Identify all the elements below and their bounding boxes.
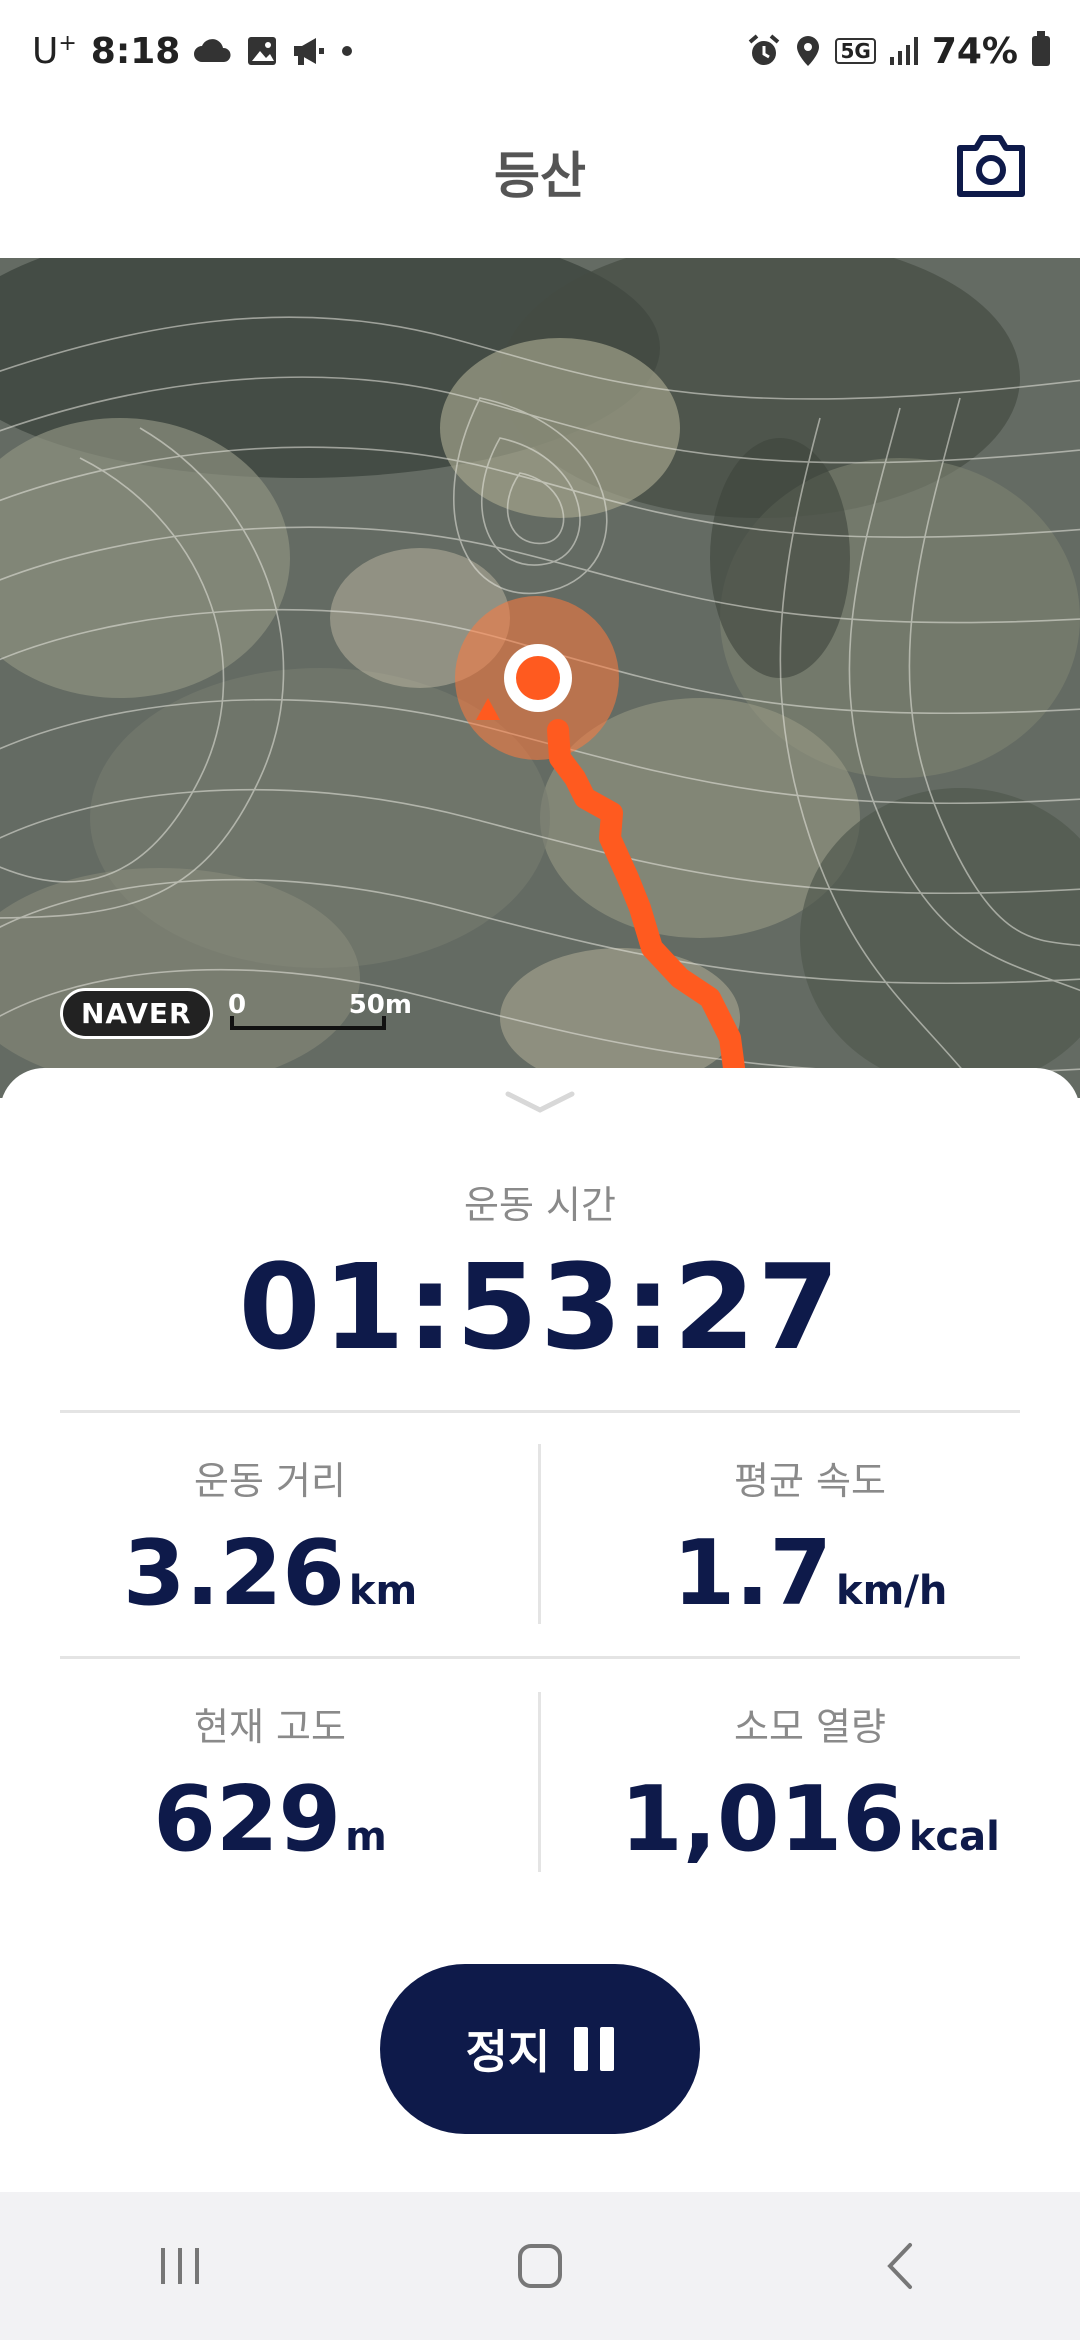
image-icon — [248, 37, 277, 65]
home-button[interactable] — [480, 2216, 600, 2316]
calories-unit: kcal — [908, 1814, 1000, 1860]
cloud-icon — [194, 39, 231, 62]
time-label: 운동 시간 — [464, 1183, 616, 1227]
megaphone-icon — [294, 38, 325, 65]
altitude-value: 629 — [153, 1767, 342, 1872]
altitude-label: 현재 고도 — [194, 1705, 346, 1749]
satellite-map — [0, 258, 1080, 1098]
pause-icon — [574, 2027, 615, 2071]
divider — [60, 1410, 1020, 1413]
home-icon — [518, 2244, 562, 2288]
distance-unit: km — [348, 1568, 418, 1614]
stop-button[interactable]: 정지 — [380, 1964, 700, 2134]
calories-value: 1,016 — [620, 1767, 905, 1872]
status-bar: U+ 8:18 5G 74% — [0, 0, 1080, 100]
calories-stat: 소모 열량 1,016 kcal — [540, 1696, 1080, 1872]
calories-label: 소모 열량 — [734, 1705, 886, 1749]
clock: 8:18 — [90, 30, 181, 72]
5g-icon: 5G — [835, 38, 876, 64]
carrier: U+ — [32, 30, 77, 72]
divider — [60, 1656, 1020, 1659]
naver-logo: NAVER — [60, 988, 213, 1039]
chevron-down-icon[interactable] — [504, 1088, 576, 1116]
speed-value: 1.7 — [672, 1521, 833, 1626]
signal-icon — [889, 37, 918, 65]
page-title: 등산 — [494, 147, 586, 205]
dot-icon — [342, 46, 353, 56]
recent-apps-button[interactable] — [120, 2216, 240, 2316]
battery-percent: 74% — [931, 30, 1018, 72]
time-value: 01:53:27 — [238, 1238, 842, 1376]
distance-label: 운동 거리 — [194, 1459, 346, 1503]
alarm-icon — [749, 34, 780, 65]
map-view[interactable]: NAVER 0 50m — [0, 258, 1080, 1098]
speed-unit: km/h — [836, 1568, 948, 1614]
battery-icon — [1032, 31, 1050, 66]
location-icon — [797, 36, 820, 66]
speed-label: 평균 속도 — [734, 1459, 886, 1503]
altitude-stat: 현재 고도 629 m — [0, 1696, 540, 1872]
camera-icon[interactable] — [954, 132, 1028, 200]
altitude-unit: m — [345, 1814, 387, 1860]
speed-stat: 평균 속도 1.7 km/h — [540, 1450, 1080, 1626]
app-header: 등산 — [0, 100, 1080, 258]
stop-label: 정지 — [465, 2025, 551, 2079]
distance-stat: 운동 거리 3.26 km — [0, 1450, 540, 1626]
workout-sheet: 운동 시간 01:53:27 운동 거리 3.26 km 평균 속도 1.7 km/… — [0, 1068, 1080, 2192]
distance-value: 3.26 — [122, 1521, 345, 1626]
recent-apps-icon — [161, 2248, 199, 2284]
navigation-bar — [0, 2192, 1080, 2340]
back-icon — [887, 2243, 912, 2289]
map-scale: 0 50m — [228, 990, 412, 1034]
back-button[interactable] — [840, 2216, 960, 2316]
